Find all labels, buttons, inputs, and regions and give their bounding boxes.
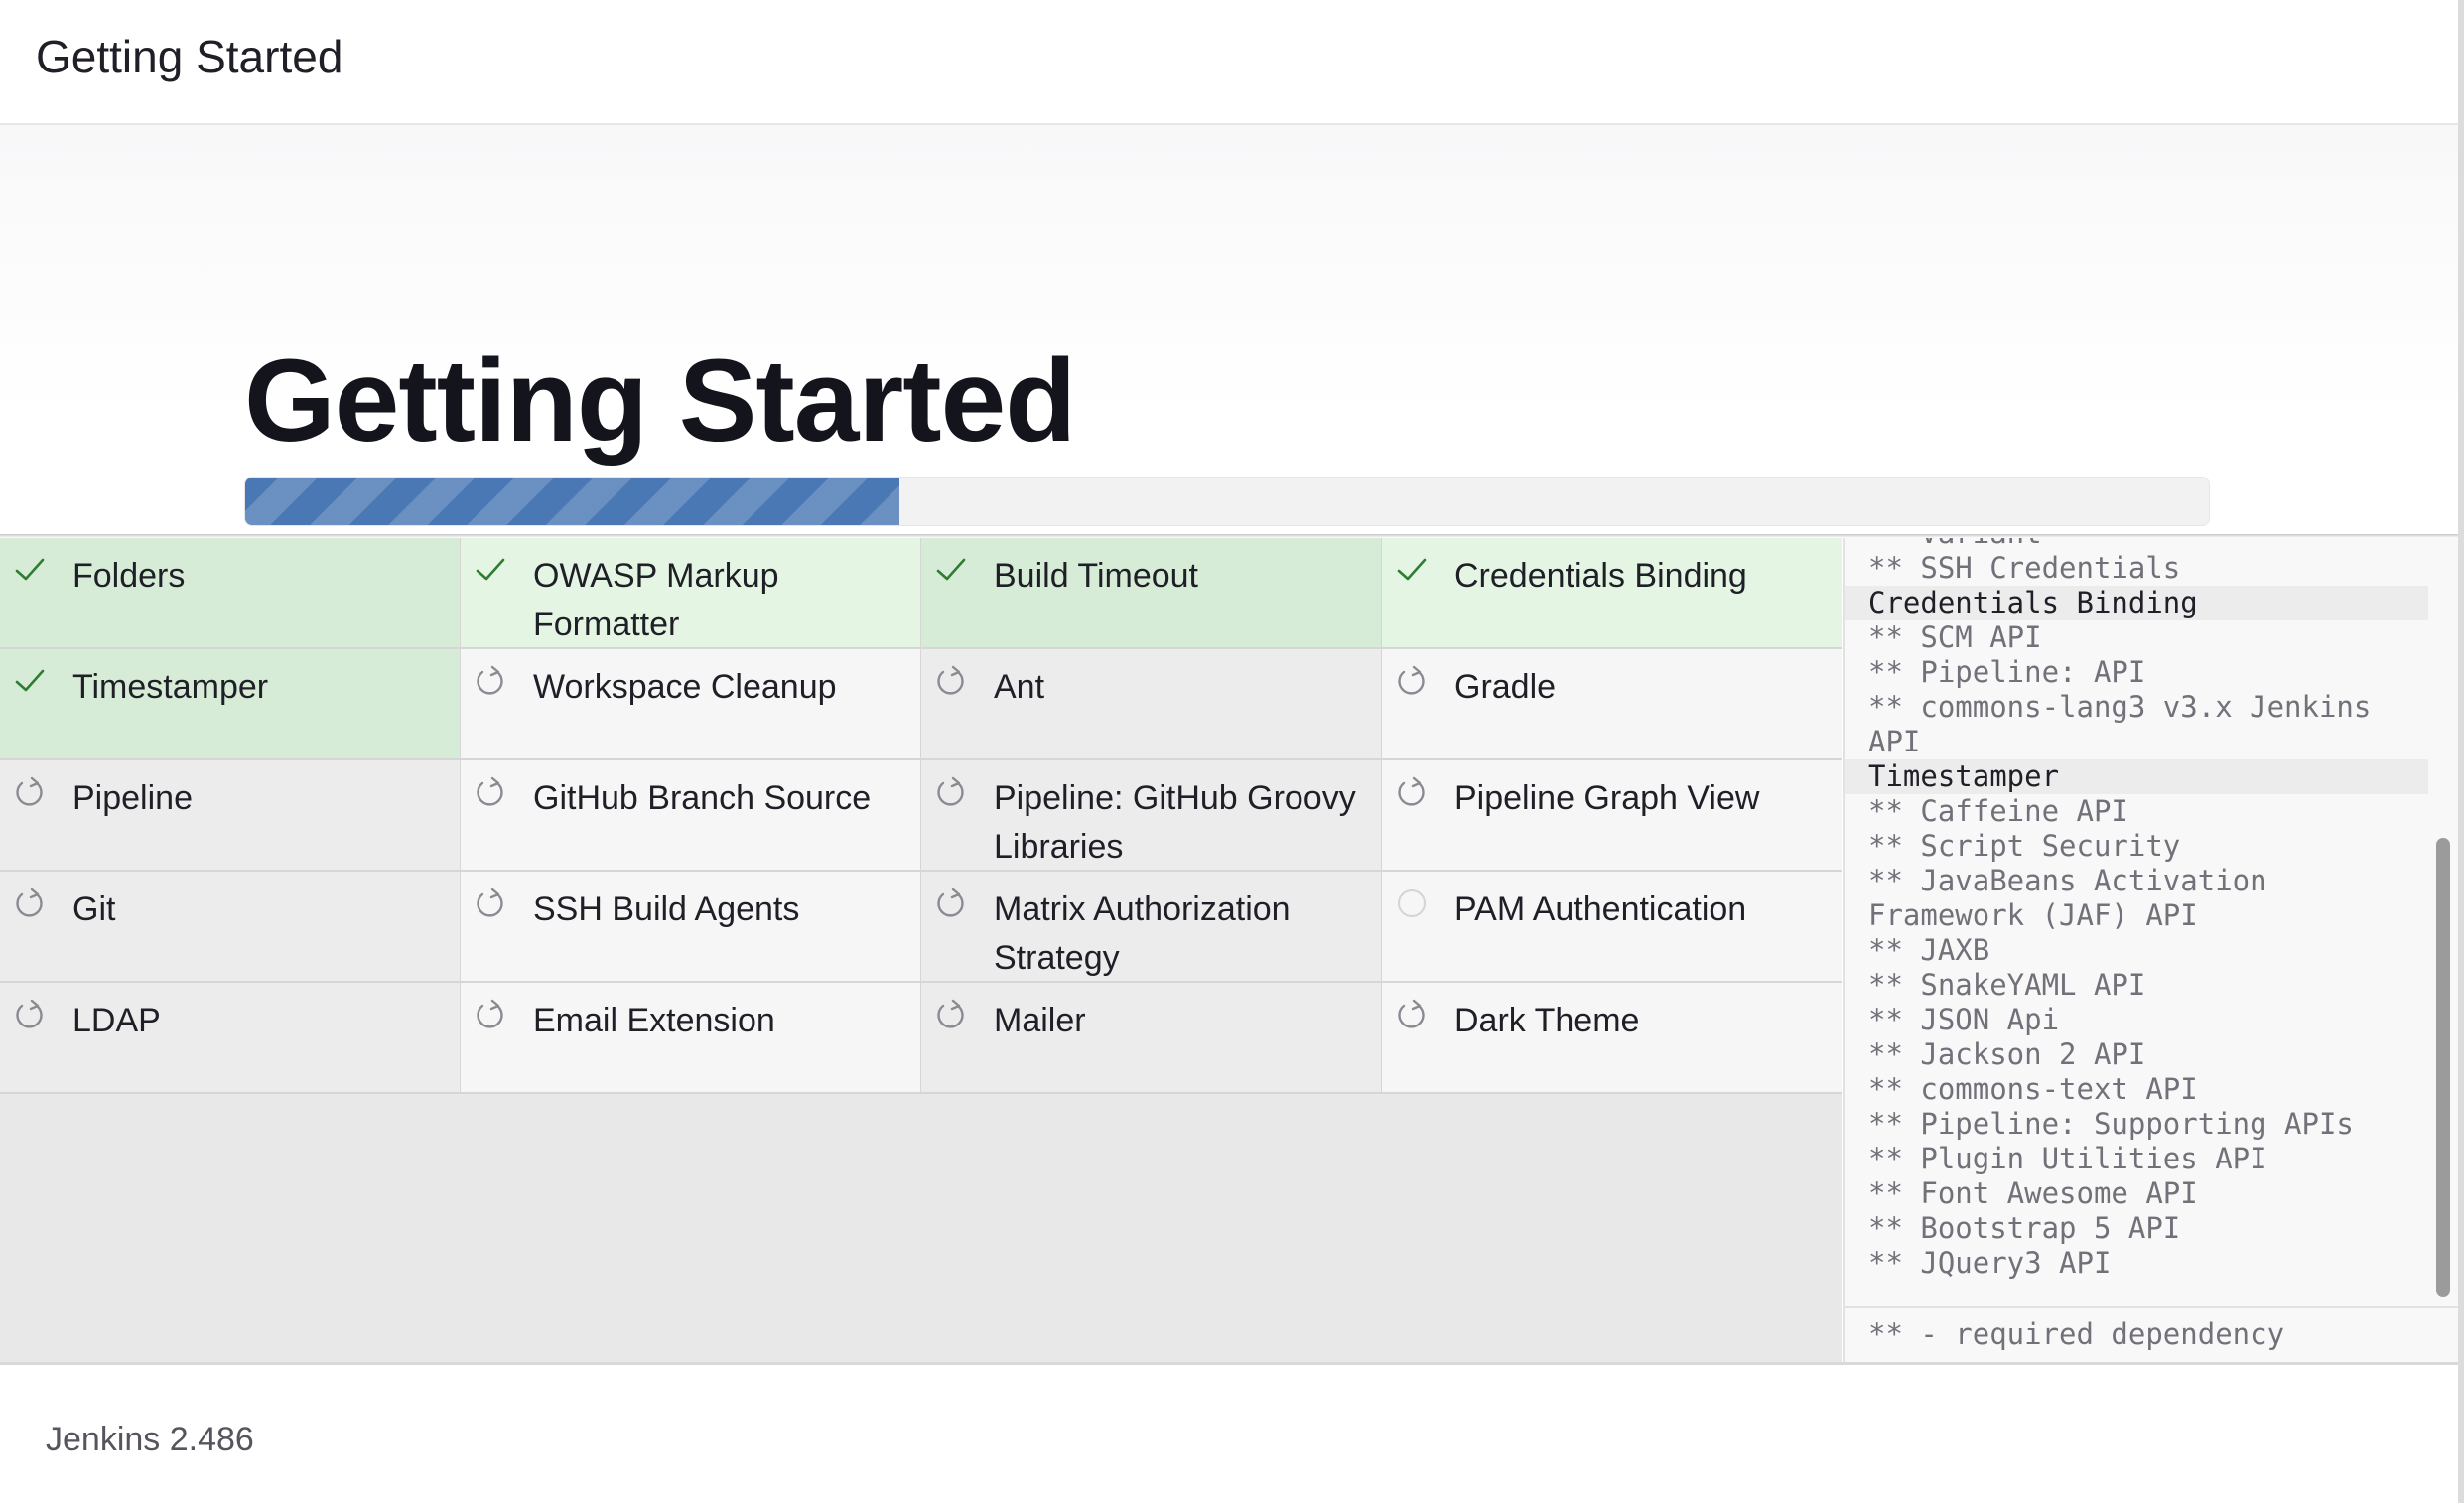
plugin-label: Dark Theme bbox=[1454, 1002, 1640, 1039]
hero-section: Getting Started bbox=[0, 125, 2458, 536]
plugin-label: Matrix Authorization Strategy bbox=[994, 890, 1291, 977]
log-dependency-line: ** Variant bbox=[1845, 538, 2428, 551]
plugin-item: GitHub Branch Source bbox=[461, 760, 920, 870]
log-scrollbar[interactable] bbox=[2436, 838, 2450, 1297]
plugin-label: Credentials Binding bbox=[1454, 557, 1747, 595]
version-text: Jenkins 2.486 bbox=[46, 1421, 254, 1458]
log-plugin-heading: Credentials Binding bbox=[1845, 586, 2428, 620]
log-dependency-line: ** Script Security bbox=[1868, 829, 2181, 863]
refresh-icon bbox=[933, 774, 969, 810]
plugin-label: Pipeline Graph View bbox=[1454, 779, 1760, 817]
plugin-item: Build Timeout bbox=[921, 538, 1381, 647]
log-dependency-line: ** SCM API bbox=[1868, 620, 2042, 654]
circle-icon bbox=[1394, 886, 1430, 921]
plugin-label: Timestamper bbox=[72, 668, 269, 706]
plugin-label: Build Timeout bbox=[994, 557, 1198, 595]
refresh-icon bbox=[933, 663, 969, 699]
plugin-label: Folders bbox=[72, 557, 186, 595]
app-title: Getting Started bbox=[36, 31, 343, 82]
log-dependency-line: ** Jackson 2 API bbox=[1868, 1037, 2146, 1071]
page-footer: Jenkins 2.486 bbox=[0, 1365, 2458, 1503]
refresh-icon bbox=[473, 774, 508, 810]
plugin-item: Pipeline bbox=[0, 760, 460, 870]
install-log: ** Variant** SSH CredentialsCredentials … bbox=[1845, 538, 2428, 1281]
plugin-item: Pipeline Graph View bbox=[1382, 760, 1842, 870]
log-plugin-heading: Timestamper bbox=[1845, 759, 2428, 794]
refresh-icon bbox=[12, 997, 48, 1032]
plugin-item: Mailer bbox=[921, 983, 1381, 1092]
plugin-item: Git bbox=[0, 872, 460, 981]
log-dependency-line: ** Caffeine API bbox=[1868, 794, 2128, 828]
refresh-icon bbox=[933, 997, 969, 1032]
log-dependency-line: ** Pipeline: API bbox=[1868, 655, 2146, 689]
log-dependency-line: ** Bootstrap 5 API bbox=[1868, 1211, 2181, 1245]
log-dependency-line: ** JQuery3 API bbox=[1868, 1246, 2112, 1280]
log-dependency-line: ** Pipeline: Supporting APIs bbox=[1868, 1107, 2354, 1141]
plugin-item: Dark Theme bbox=[1382, 983, 1842, 1092]
plugin-label: Workspace Cleanup bbox=[533, 668, 837, 706]
refresh-icon bbox=[1394, 774, 1430, 810]
refresh-icon bbox=[933, 886, 969, 921]
page-title: Getting Started bbox=[244, 336, 1076, 467]
plugin-label: SSH Build Agents bbox=[533, 890, 800, 928]
plugin-item: Folders bbox=[0, 538, 460, 647]
log-footer: ** - required dependency bbox=[1845, 1306, 2458, 1362]
plugin-label: OWASP Markup Formatter bbox=[533, 557, 779, 643]
refresh-icon bbox=[1394, 997, 1430, 1032]
plugin-item: Ant bbox=[921, 649, 1381, 758]
log-dependency-line: ** JavaBeans Activation Framework (JAF) … bbox=[1868, 864, 2285, 932]
plugin-item: Email Extension bbox=[461, 983, 920, 1092]
plugin-grid: Folders OWASP Markup Formatter Build Timeo… bbox=[0, 538, 1842, 1094]
plugin-label: Mailer bbox=[994, 1002, 1086, 1039]
plugin-item: OWASP Markup Formatter bbox=[461, 538, 920, 647]
plugin-label: Pipeline: GitHub Groovy Libraries bbox=[994, 779, 1356, 866]
log-dependency-line: ** JSON Api bbox=[1868, 1003, 2060, 1036]
plugin-label: PAM Authentication bbox=[1454, 890, 1747, 928]
check-icon bbox=[12, 663, 48, 699]
plugin-item: Gradle bbox=[1382, 649, 1842, 758]
plugin-item: Pipeline: GitHub Groovy Libraries bbox=[921, 760, 1381, 870]
plugin-item: Workspace Cleanup bbox=[461, 649, 920, 758]
log-dependency-line: ** Font Awesome API bbox=[1868, 1176, 2198, 1210]
plugin-install-area: Folders OWASP Markup Formatter Build Timeo… bbox=[0, 538, 1842, 1362]
install-log-panel[interactable]: ** Variant** SSH CredentialsCredentials … bbox=[1843, 538, 2458, 1362]
refresh-icon bbox=[473, 663, 508, 699]
app-header: Getting Started bbox=[0, 0, 2458, 125]
log-dependency-line: ** JAXB bbox=[1868, 933, 1990, 967]
plugin-label: GitHub Branch Source bbox=[533, 779, 872, 817]
plugin-label: Ant bbox=[994, 668, 1045, 706]
check-icon bbox=[12, 552, 48, 588]
plugin-item: Credentials Binding bbox=[1382, 538, 1842, 647]
log-dependency-line: ** SSH Credentials bbox=[1868, 551, 2181, 585]
refresh-icon bbox=[12, 774, 48, 810]
check-icon bbox=[473, 552, 508, 588]
plugin-item: Timestamper bbox=[0, 649, 460, 758]
install-progress-bar bbox=[244, 477, 2210, 526]
check-icon bbox=[933, 552, 969, 588]
log-footer-text: ** - required dependency bbox=[1868, 1317, 2285, 1351]
plugin-item: SSH Build Agents bbox=[461, 872, 920, 981]
log-dependency-line: ** Plugin Utilities API bbox=[1868, 1142, 2267, 1175]
window-edge bbox=[2458, 0, 2464, 1503]
plugin-label: Git bbox=[72, 890, 116, 928]
plugin-item: Matrix Authorization Strategy bbox=[921, 872, 1381, 981]
refresh-icon bbox=[1394, 663, 1430, 699]
plugin-label: Gradle bbox=[1454, 668, 1557, 706]
log-dependency-line: ** commons-lang3 v3.x Jenkins API bbox=[1868, 690, 2389, 758]
refresh-icon bbox=[12, 886, 48, 921]
log-dependency-line: ** SnakeYAML API bbox=[1868, 968, 2146, 1002]
plugin-item: PAM Authentication bbox=[1382, 872, 1842, 981]
check-icon bbox=[1394, 552, 1430, 588]
refresh-icon bbox=[473, 997, 508, 1032]
log-dependency-line: ** commons-text API bbox=[1868, 1072, 2198, 1106]
plugin-label: Email Extension bbox=[533, 1002, 775, 1039]
refresh-icon bbox=[473, 886, 508, 921]
plugin-item: LDAP bbox=[0, 983, 460, 1092]
plugin-label: Pipeline bbox=[72, 779, 193, 817]
plugin-label: LDAP bbox=[72, 1002, 161, 1039]
install-progress-fill bbox=[245, 478, 899, 525]
